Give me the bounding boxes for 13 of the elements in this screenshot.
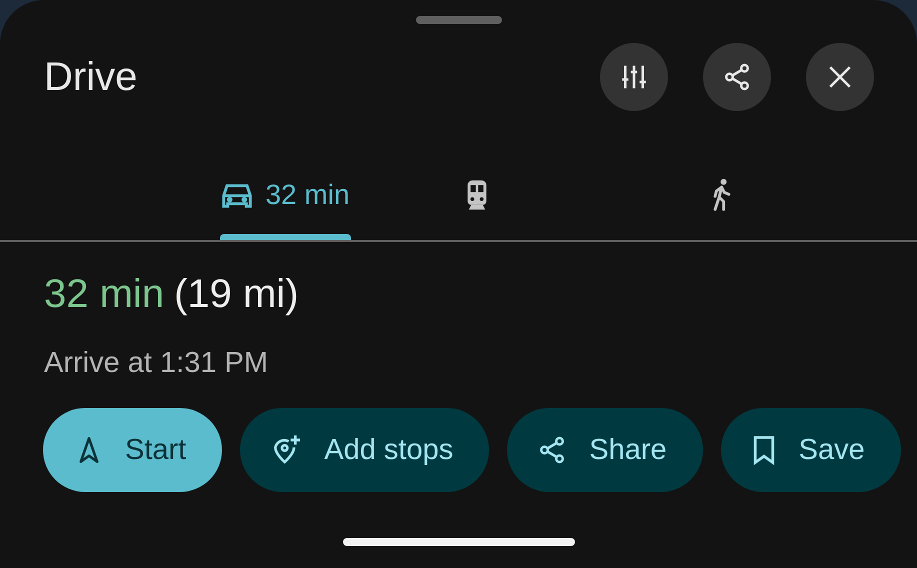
mode-tab[interactable]: 32 min bbox=[220, 150, 351, 240]
close-icon bbox=[827, 64, 853, 90]
travel-time: 32 min bbox=[44, 272, 164, 317]
arrival-time: Arrive at 1:31 PM bbox=[44, 347, 270, 380]
sheet-title: Drive bbox=[44, 54, 138, 100]
car-icon bbox=[221, 181, 254, 209]
share-icon bbox=[722, 62, 752, 92]
drag-handle[interactable] bbox=[416, 16, 502, 24]
add-stops-button[interactable]: Add stops bbox=[240, 408, 490, 492]
save-button[interactable]: Save bbox=[720, 408, 901, 492]
distance: (19 mi) bbox=[174, 272, 299, 317]
start-button[interactable]: Start bbox=[43, 408, 222, 492]
share-button[interactable]: Share bbox=[507, 408, 703, 492]
